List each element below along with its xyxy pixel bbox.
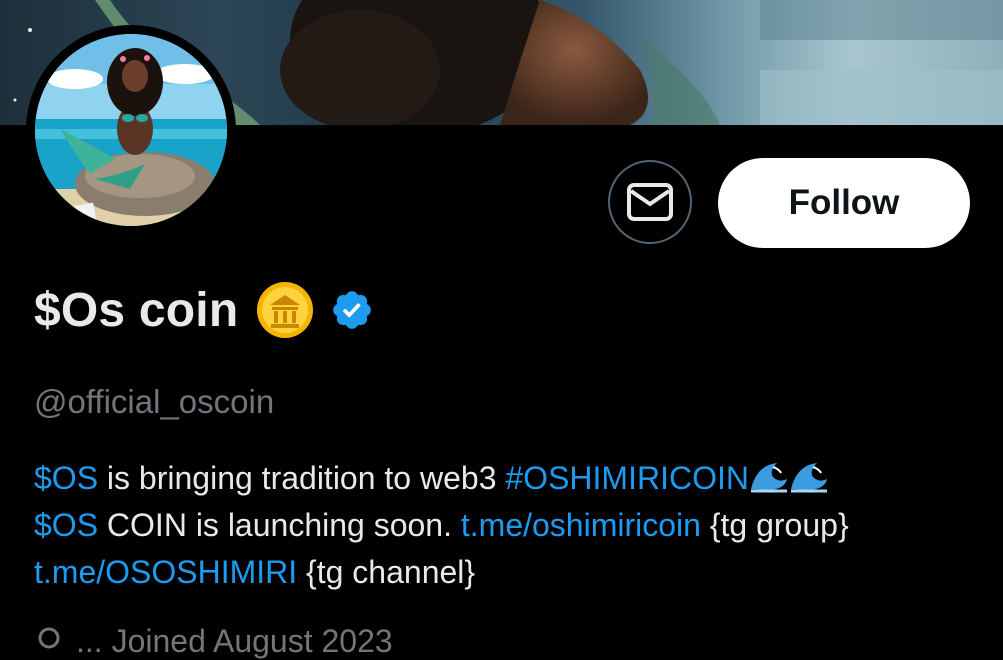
bio-text: {tg group} [700,507,849,543]
avatar-sign-text: OW [61,210,82,225]
profile-bio: $OS is bringing tradition to web3 #OSHIM… [34,455,984,596]
message-button[interactable] [608,160,692,244]
bio-line-1: $OS is bringing tradition to web3 #OSHIM… [34,455,984,502]
avatar-image: OW [35,34,227,226]
cashtag-link[interactable]: $OS [34,507,98,543]
telegram-group-link[interactable]: t.me/oshimiricoin [461,507,701,543]
bio-text: {tg channel} [297,554,476,590]
location-icon [38,627,60,649]
hashtag-link[interactable]: #OSHIMIRICOIN [505,460,749,496]
wave-icon [790,463,827,493]
coin-icon [257,282,314,338]
bio-line-2: $OS COIN is launching soon. t.me/oshimir… [34,502,984,549]
verified-badge-icon[interactable] [330,288,374,332]
follow-button[interactable]: Follow [718,158,970,248]
avatar[interactable]: OW [26,25,236,235]
meta-text: ... Joined August 2023 [76,622,393,659]
profile-handle: @official_oscoin [34,383,275,420]
display-name: $Os coin [34,283,239,337]
name-row: $Os coin [34,278,374,342]
profile-meta-row: ... Joined August 2023 [34,623,393,659]
telegram-channel-link[interactable]: t.me/OSOSHIMIRI [34,554,297,590]
cashtag-link[interactable]: $OS [34,460,98,496]
wave-icon [750,463,787,493]
bio-line-3: t.me/OSOSHIMIRI {tg channel} [34,549,984,596]
bio-text: COIN is launching soon. [98,507,461,543]
envelope-icon [627,183,673,221]
bio-text: is bringing tradition to web3 [98,460,506,496]
